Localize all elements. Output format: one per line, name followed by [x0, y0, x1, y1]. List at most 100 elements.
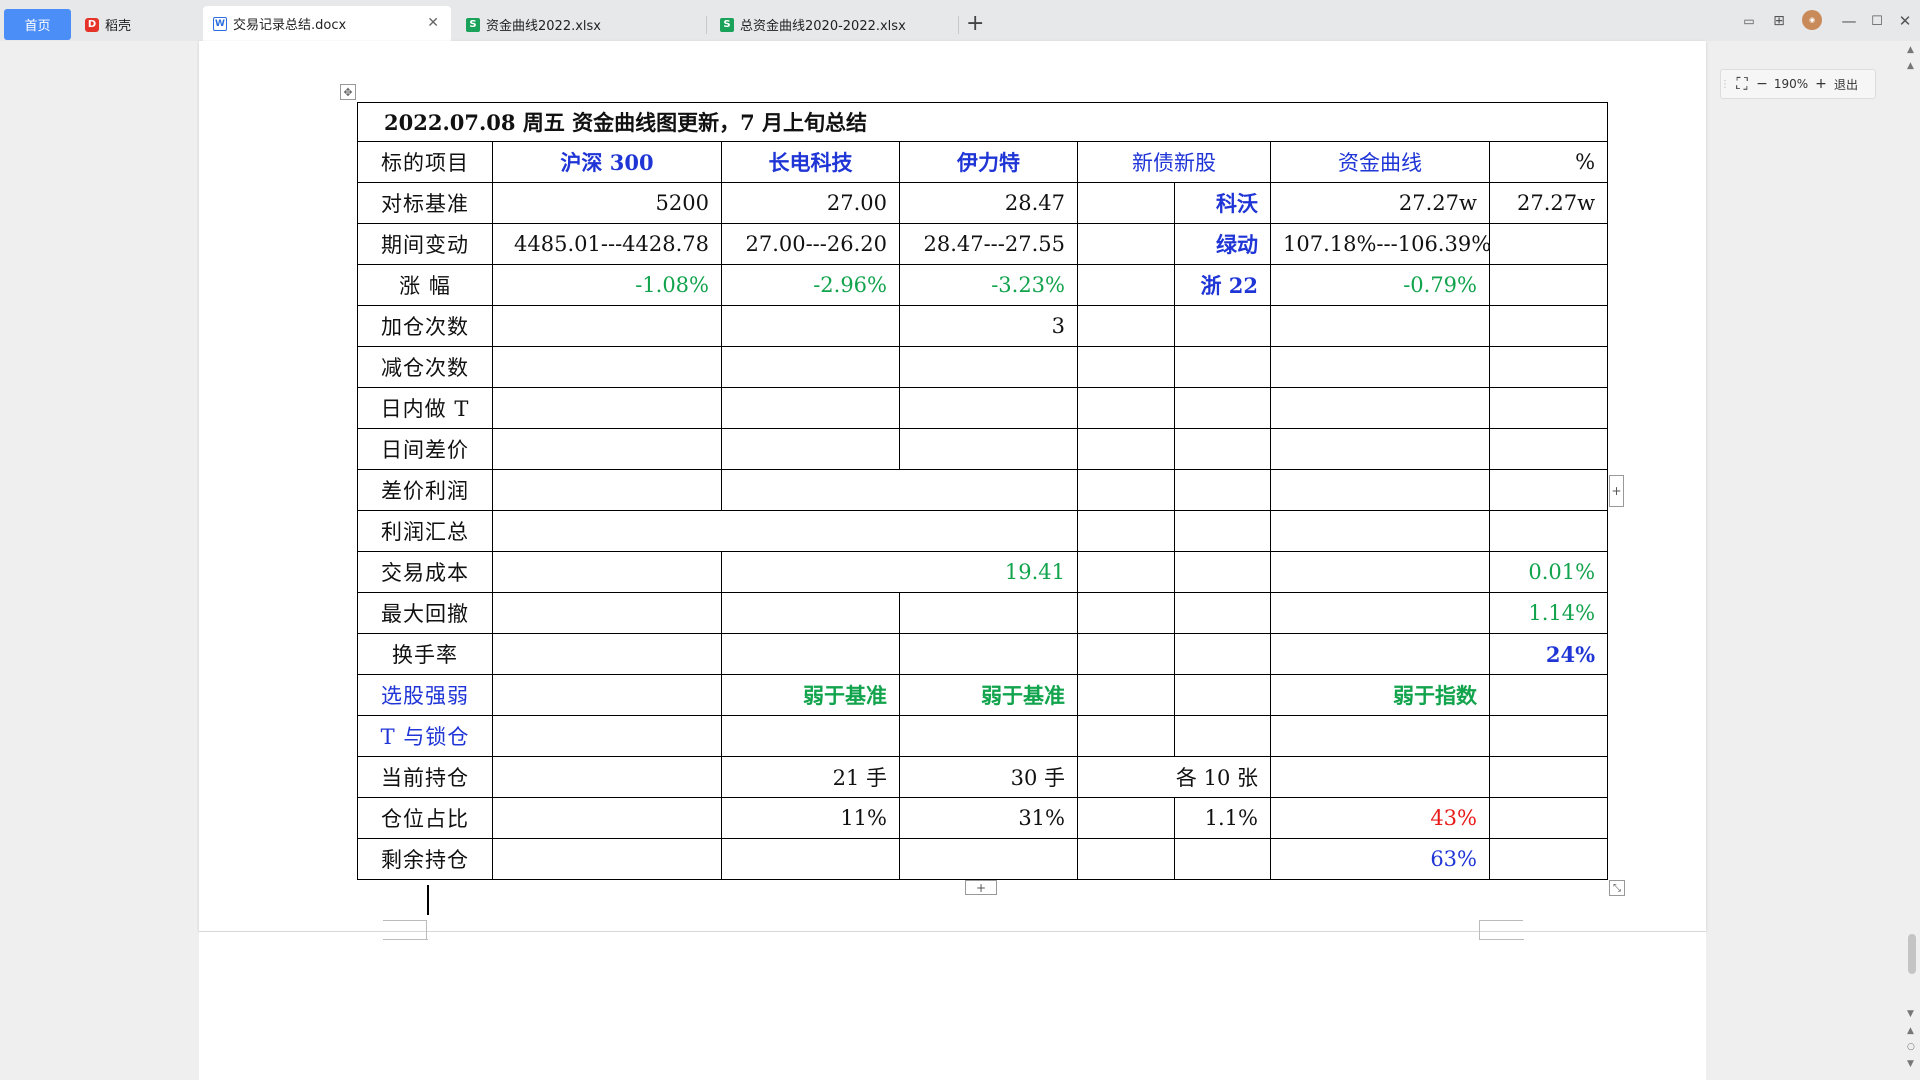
table-cell[interactable] — [1174, 510, 1271, 552]
table-resize-icon[interactable]: ⤡ — [1609, 880, 1625, 896]
table-cell[interactable] — [721, 838, 900, 880]
table-cell[interactable]: -3.23% — [899, 264, 1078, 306]
header-cell[interactable]: % — [1488, 141, 1609, 183]
table-cell[interactable]: 19.41 — [721, 551, 1078, 593]
table-cell[interactable] — [492, 756, 722, 798]
table-cell[interactable] — [1488, 510, 1609, 552]
table-cell[interactable]: 43% — [1270, 797, 1490, 839]
table-cell[interactable] — [1077, 510, 1175, 552]
row-label[interactable]: 减仓次数 — [357, 346, 493, 388]
table-cell[interactable] — [1270, 305, 1490, 347]
row-label[interactable]: 差价利润 — [357, 469, 493, 511]
table-cell[interactable] — [492, 305, 722, 347]
tab-xlsx-1[interactable]: S 资金曲线2022.xlsx — [456, 8, 704, 41]
row-label[interactable]: 加仓次数 — [357, 305, 493, 347]
table-cell[interactable] — [1077, 264, 1175, 306]
header-cell[interactable]: 伊力特 — [899, 141, 1078, 183]
table-cell[interactable]: 浙 22 — [1174, 264, 1271, 306]
table-cell[interactable] — [1270, 633, 1490, 675]
table-cell[interactable] — [1077, 838, 1175, 880]
table-cell[interactable]: 弱于基准 — [899, 674, 1078, 716]
table-cell[interactable] — [492, 838, 722, 880]
table-cell[interactable] — [1077, 592, 1175, 634]
table-cell[interactable] — [1488, 838, 1609, 880]
table-cell[interactable] — [1077, 305, 1175, 347]
zoom-in-button[interactable]: + — [1813, 76, 1829, 92]
scroll-thumb[interactable] — [1908, 934, 1916, 974]
row-label[interactable]: 选股强弱 — [357, 674, 493, 716]
table-cell[interactable] — [492, 469, 722, 511]
table-cell[interactable]: 28.47 — [899, 182, 1078, 224]
minimize-icon[interactable]: — — [1838, 10, 1860, 32]
table-cell[interactable] — [899, 838, 1078, 880]
table-cell[interactable] — [721, 387, 900, 429]
table-cell[interactable] — [1270, 346, 1490, 388]
table-cell[interactable] — [1077, 674, 1175, 716]
table-cell[interactable] — [492, 428, 722, 470]
table-cell[interactable] — [1174, 715, 1271, 757]
scroll-down-icon[interactable]: ▼ — [1907, 1009, 1914, 1019]
table-cell[interactable]: 24% — [1488, 633, 1609, 675]
table-cell[interactable] — [721, 346, 900, 388]
table-cell[interactable]: 1.1% — [1174, 797, 1271, 839]
add-column-button[interactable]: + — [1609, 475, 1624, 507]
table-cell[interactable] — [1174, 346, 1271, 388]
table-cell[interactable] — [721, 428, 900, 470]
table-cell[interactable]: 21 手 — [721, 756, 900, 798]
table-cell[interactable] — [492, 797, 722, 839]
table-cell[interactable] — [492, 346, 722, 388]
table-title[interactable]: 2022.07.08 周五 资金曲线图更新，7 月上旬总结 — [356, 102, 1609, 142]
table-cell[interactable] — [1077, 223, 1175, 265]
row-label[interactable]: 剩余持仓 — [357, 838, 493, 880]
table-cell[interactable] — [721, 715, 900, 757]
zoom-out-button[interactable]: − — [1755, 76, 1769, 92]
row-label[interactable]: 换手率 — [357, 633, 493, 675]
row-label[interactable]: T 与锁仓 — [357, 715, 493, 757]
add-row-button[interactable]: + — [965, 880, 997, 895]
avatar[interactable]: ◉ — [1802, 10, 1822, 30]
header-cell[interactable]: 资金曲线 — [1270, 141, 1490, 183]
row-label[interactable]: 期间变动 — [357, 223, 493, 265]
header-cell[interactable]: 长电科技 — [721, 141, 900, 183]
table-cell[interactable] — [1077, 551, 1175, 593]
table-cell[interactable]: 27.27w — [1270, 182, 1490, 224]
page-nav-icon[interactable]: ○ — [1907, 1042, 1915, 1052]
table-cell[interactable] — [1174, 469, 1271, 511]
row-label[interactable]: 最大回撤 — [357, 592, 493, 634]
table-cell[interactable] — [492, 674, 722, 716]
table-cell[interactable] — [1270, 756, 1490, 798]
exit-button[interactable]: 退出 — [1829, 76, 1863, 93]
table-cell[interactable] — [1488, 756, 1609, 798]
grid-apps-icon[interactable]: ⊞ — [1768, 10, 1790, 32]
table-cell[interactable] — [1077, 428, 1175, 470]
row-label[interactable]: 对标基准 — [357, 182, 493, 224]
scroll-down-icon[interactable]: ▲ — [1907, 1026, 1914, 1036]
table-cell[interactable] — [1174, 305, 1271, 347]
table-cell[interactable] — [492, 510, 1078, 552]
table-cell[interactable] — [1174, 674, 1271, 716]
header-cell[interactable]: 标的项目 — [357, 141, 493, 183]
table-cell[interactable] — [721, 305, 900, 347]
table-cell[interactable] — [1488, 674, 1609, 716]
table-cell[interactable]: 107.18%---106.39% — [1270, 223, 1491, 265]
row-label[interactable]: 日间差价 — [357, 428, 493, 470]
table-cell[interactable]: 5200 — [492, 182, 722, 224]
table-cell[interactable] — [1488, 469, 1609, 511]
table-cell[interactable] — [1488, 428, 1609, 470]
table-cell[interactable]: 1.14% — [1488, 592, 1609, 634]
table-cell[interactable] — [1270, 715, 1490, 757]
table-cell[interactable] — [1077, 633, 1175, 675]
table-cell[interactable] — [899, 592, 1078, 634]
table-cell[interactable]: 4485.01---4428.78 — [492, 223, 722, 265]
table-cell[interactable] — [899, 387, 1078, 429]
scroll-up-icon[interactable]: ▲ — [1907, 45, 1914, 55]
table-cell[interactable] — [1488, 797, 1609, 839]
table-cell[interactable] — [1174, 592, 1271, 634]
table-cell[interactable] — [899, 428, 1078, 470]
table-cell[interactable] — [721, 592, 900, 634]
table-cell[interactable] — [1488, 346, 1609, 388]
new-tab-button[interactable]: + — [966, 10, 984, 38]
table-cell[interactable] — [1488, 715, 1609, 757]
table-cell[interactable] — [492, 633, 722, 675]
row-label[interactable]: 交易成本 — [357, 551, 493, 593]
